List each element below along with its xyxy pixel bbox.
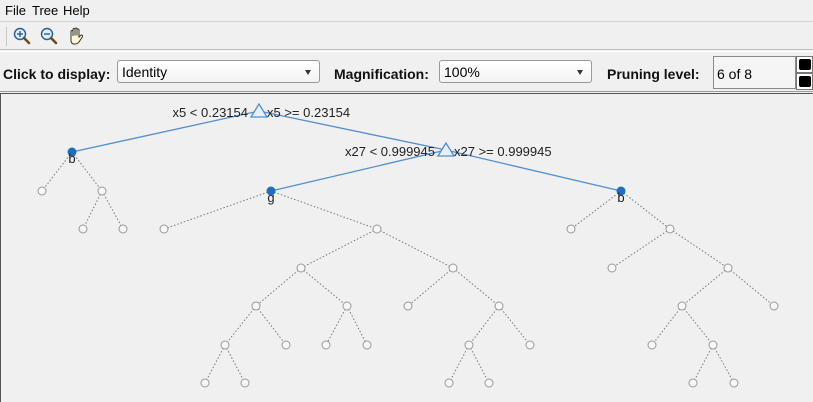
right-split-node[interactable] <box>436 141 456 157</box>
toolbar-separator <box>6 27 7 46</box>
leaf-label-left: b <box>68 151 75 166</box>
magnification-dropdown[interactable]: 100% <box>439 60 592 83</box>
toolbar <box>0 23 813 50</box>
zoom-out-icon[interactable] <box>38 25 60 47</box>
pruning-label: Pruning level: <box>607 66 700 82</box>
root-left-label: x5 < 0.23154 <box>172 105 248 120</box>
right-split-left-label: x27 < 0.999945 <box>345 144 435 159</box>
zoom-in-icon[interactable] <box>11 25 33 47</box>
menu-help[interactable]: Help <box>63 3 90 18</box>
prune-up-button[interactable] <box>796 56 813 73</box>
chevron-down-icon <box>305 70 311 75</box>
display-label: Click to display: <box>3 66 111 82</box>
display-dropdown[interactable]: Identity <box>117 60 320 83</box>
pruned-nodes <box>37 186 779 388</box>
root-right-label: x5 >= 0.23154 <box>267 105 350 120</box>
root-split-node[interactable] <box>249 102 269 118</box>
magnification-label: Magnification: <box>334 66 429 82</box>
pruned-branches <box>41 151 775 384</box>
tree-diagram: x5 < 0.23154 x5 >= 0.23154 x27 < 0.99994… <box>37 102 779 388</box>
menu-bar: File Tree Help <box>0 0 813 22</box>
tree-canvas[interactable]: x5 < 0.23154 x5 >= 0.23154 x27 < 0.99994… <box>0 93 813 402</box>
menu-file[interactable]: File <box>5 3 26 18</box>
control-panel: Click to display: Identity Magnification… <box>0 51 813 92</box>
pruning-value: 6 of 8 <box>717 66 753 82</box>
chevron-down-icon <box>577 70 583 75</box>
magnification-value: 100% <box>444 64 480 80</box>
prune-down-button[interactable] <box>796 73 813 90</box>
leaf-label-middle: g <box>267 190 274 205</box>
pan-hand-icon[interactable] <box>65 25 87 47</box>
pruning-level-field: 6 of 8 <box>713 56 796 89</box>
display-value: Identity <box>122 64 168 80</box>
right-split-right-label: x27 >= 0.999945 <box>454 144 552 159</box>
menu-tree[interactable]: Tree <box>32 3 58 18</box>
classification-tree-viewer: File Tree Help Click to display: Identit… <box>0 0 813 402</box>
leaf-label-right: b <box>617 190 624 205</box>
